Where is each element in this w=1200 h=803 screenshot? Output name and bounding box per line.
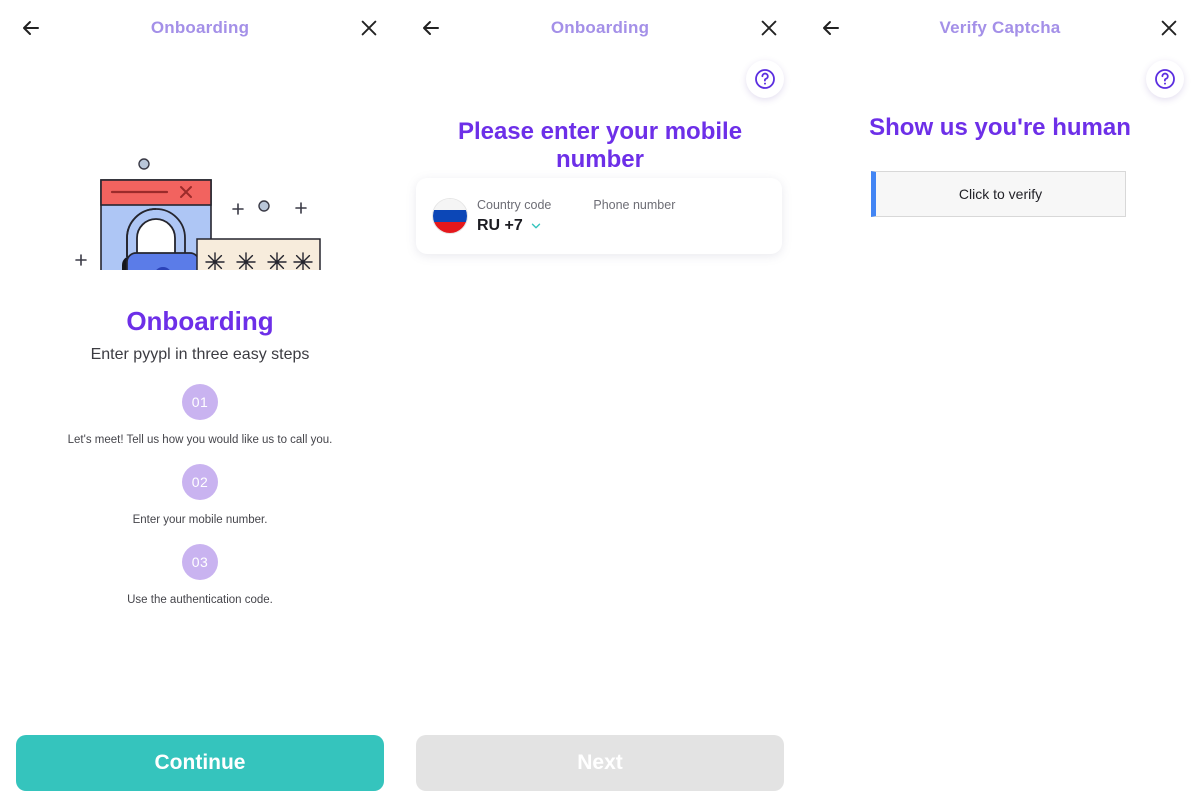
header-title: Onboarding	[550, 18, 650, 37]
lock-illustration-svg	[75, 158, 321, 330]
back-button[interactable]	[414, 11, 448, 45]
step-description: Enter your mobile number.	[132, 514, 268, 526]
screens-container: Onboarding Onboarding Enter pyypl in thr…	[0, 0, 1200, 803]
country-code-field[interactable]: Country code RU +7	[477, 198, 551, 235]
security-illustration	[0, 70, 400, 330]
phone-input-card: Country code RU +7 Phone number	[416, 178, 782, 254]
screen-enter-mobile-number: Onboarding Please enter your mobile numb…	[400, 0, 800, 803]
close-icon	[761, 20, 777, 36]
back-button[interactable]	[814, 11, 848, 45]
continue-button[interactable]: Continue	[16, 735, 384, 791]
help-circle-icon	[755, 69, 775, 89]
phone-number-input[interactable]	[593, 216, 754, 235]
phone-number-field: Phone number	[593, 197, 754, 235]
step-description: Let's meet! Tell us how you would like u…	[67, 434, 333, 446]
list-item: 02 Enter your mobile number.	[0, 464, 400, 526]
step-description: Use the authentication code.	[127, 594, 273, 606]
list-item: 03 Use the authentication code.	[0, 544, 400, 606]
header-title: Verify Captcha	[939, 18, 1061, 37]
help-button[interactable]	[746, 60, 784, 98]
header-title: Onboarding	[150, 18, 250, 37]
country-code-value[interactable]: RU +7	[477, 217, 551, 235]
captcha-label: Click to verify	[958, 186, 1043, 202]
step-badge: 03	[182, 544, 218, 580]
captcha-verify-button[interactable]: Click to verify	[871, 171, 1126, 217]
arrow-left-icon	[423, 21, 439, 35]
page-subtitle: Enter pyypl in three easy steps	[90, 346, 310, 363]
back-button[interactable]	[14, 11, 48, 45]
step-badge: 01	[182, 384, 218, 420]
help-circle-icon	[1155, 69, 1175, 89]
close-button[interactable]	[352, 11, 386, 45]
close-button[interactable]	[1152, 11, 1186, 45]
header: Verify Captcha	[800, 0, 1200, 56]
phone-number-label: Phone number	[593, 197, 676, 212]
close-icon	[1161, 20, 1177, 36]
next-button[interactable]: Next	[416, 735, 784, 791]
flag-russia-icon	[432, 198, 468, 234]
header: Onboarding	[0, 0, 400, 56]
country-code-text: RU +7	[477, 216, 523, 234]
page-title: Onboarding	[126, 306, 274, 336]
close-button[interactable]	[752, 11, 786, 45]
close-icon	[361, 20, 377, 36]
help-button[interactable]	[1146, 60, 1184, 98]
arrow-left-icon	[23, 21, 39, 35]
list-item: 01 Let's meet! Tell us how you would lik…	[0, 384, 400, 446]
country-code-label: Country code	[477, 197, 552, 212]
screen-verify-captcha: Verify Captcha Show us you're human Clic…	[800, 0, 1200, 803]
header: Onboarding	[400, 0, 800, 56]
page-heading: Please enter your mobile number	[457, 118, 743, 173]
step-badge: 02	[182, 464, 218, 500]
chevron-down-icon[interactable]	[529, 219, 543, 233]
arrow-left-icon	[823, 21, 839, 35]
screen-onboarding-intro: Onboarding Onboarding Enter pyypl in thr…	[0, 0, 400, 803]
page-heading: Show us you're human	[869, 114, 1131, 141]
steps-list: 01 Let's meet! Tell us how you would lik…	[0, 384, 400, 606]
